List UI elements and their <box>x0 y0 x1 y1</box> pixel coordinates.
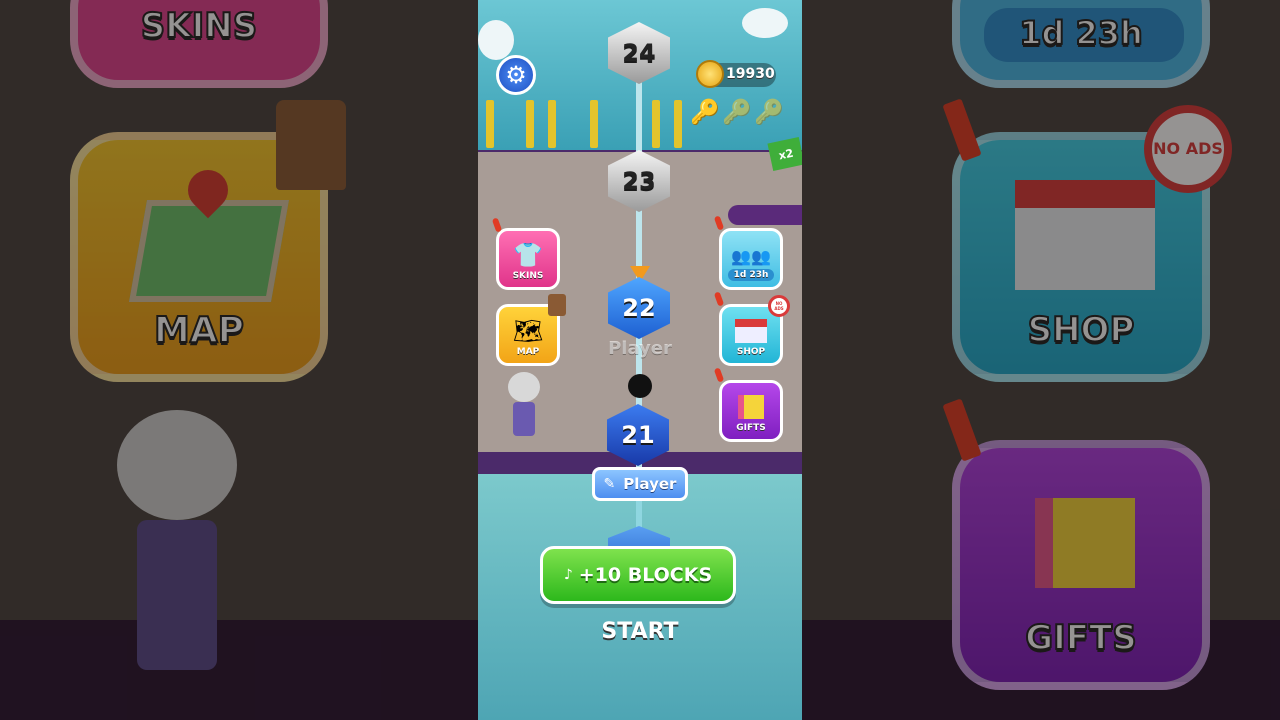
gifts-button[interactable]: GIFTS <box>719 380 783 442</box>
player-name-button[interactable]: ✎ Player <box>592 467 688 501</box>
fence-pole <box>548 100 556 148</box>
fence-pole <box>526 100 534 148</box>
background-left: SKINS MAP <box>0 0 478 720</box>
level-number: 23 <box>622 167 656 195</box>
shop-label: SHOP <box>736 347 766 357</box>
player-name: Player <box>623 475 677 493</box>
multiplier-text: x2 <box>777 146 795 162</box>
background-right-dim <box>802 0 1280 720</box>
game-screen[interactable]: x2 24 23 22 Player 21 ⚙ 19930 🔑 🔑 🔑 👕 SK… <box>478 0 802 720</box>
add-blocks-label: +10 BLOCKS <box>578 564 713 586</box>
coin-amount: 19930 <box>726 66 775 82</box>
key-icon-empty: 🔑 <box>754 98 784 126</box>
skins-button[interactable]: 👕 SKINS <box>496 228 560 290</box>
level-number: 22 <box>622 294 656 322</box>
video-icon: ♪ <box>563 567 573 583</box>
fence-pole <box>486 100 494 148</box>
map-icon: 🗺 <box>512 317 544 345</box>
gifts-label: GIFTS <box>736 423 766 433</box>
tshirt-icon: 👕 <box>513 241 543 269</box>
background-left-dim <box>0 0 478 720</box>
tower-icon <box>548 294 566 316</box>
key-icon-gold: 🔑 <box>690 98 720 126</box>
no-ads-text: NO ADS <box>774 301 784 311</box>
multiplier-sign: x2 <box>767 136 802 172</box>
player-character <box>506 372 542 436</box>
ghost-player-label: Player <box>608 338 672 359</box>
level-number: 24 <box>622 39 656 67</box>
settings-button[interactable]: ⚙ <box>496 55 536 95</box>
skins-label: SKINS <box>512 271 544 281</box>
map-label: MAP <box>516 347 540 357</box>
add-blocks-button[interactable]: ♪ +10 BLOCKS <box>540 546 736 604</box>
key-icon-empty: 🔑 <box>722 98 752 126</box>
characters-button[interactable]: 👥👥 1d 23h <box>719 228 783 290</box>
timer-label: 1d 23h <box>727 269 775 281</box>
characters-icon: 👥👥 <box>731 247 771 266</box>
iceberg <box>742 8 788 38</box>
fence-pole <box>590 100 598 148</box>
level-number: 21 <box>621 421 655 449</box>
fence-pole <box>652 100 660 148</box>
purple-ramp <box>728 205 802 225</box>
gear-icon: ⚙ <box>505 61 527 89</box>
no-ads-badge: NO ADS <box>768 295 790 317</box>
start-button[interactable]: START <box>478 619 802 644</box>
background-right: 1d 23h SHOP NO ADS GIFTS <box>802 0 1280 720</box>
gift-icon <box>738 395 764 419</box>
fence-pole <box>674 100 682 148</box>
edit-icon: ✎ <box>603 476 616 492</box>
coin-icon <box>696 60 724 88</box>
ball <box>628 374 652 398</box>
store-icon <box>735 319 767 343</box>
iceberg <box>478 20 514 60</box>
